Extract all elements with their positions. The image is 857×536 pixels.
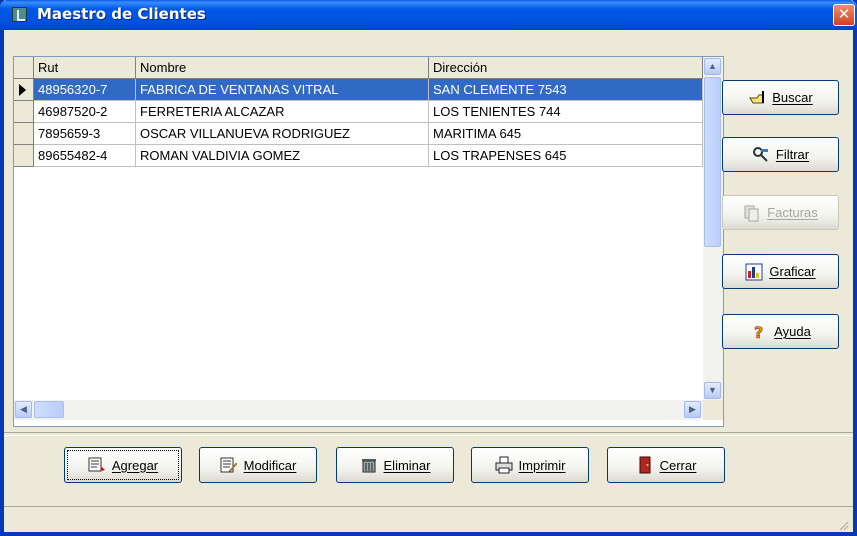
buscar-button[interactable]: Buscar <box>722 80 839 115</box>
row-selector[interactable] <box>14 123 34 145</box>
cell-direccion[interactable]: MARITIMA 645 <box>429 123 703 145</box>
cell-direccion[interactable]: SAN CLEMENTE 7543 <box>429 79 703 101</box>
horizontal-scrollbar[interactable]: ◀ ▶ <box>14 400 703 420</box>
status-bar <box>4 506 853 533</box>
cell-direccion[interactable]: LOS TENIENTES 744 <box>429 101 703 123</box>
filter-icon <box>752 146 770 164</box>
cell-nombre[interactable]: FABRICA DE VENTANAS VITRAL <box>136 79 429 101</box>
column-header-direccion[interactable]: Dirección <box>429 57 703 79</box>
row-selector-header <box>14 57 34 79</box>
window-title: Maestro de Clientes <box>37 5 206 23</box>
title-bar[interactable]: Maestro de Clientes ✕ <box>0 0 857 30</box>
ayuda-button[interactable]: ? Ayuda <box>722 314 839 349</box>
cell-direccion[interactable]: LOS TRAPENSES 645 <box>429 145 703 167</box>
scroll-corner <box>703 400 723 420</box>
cell-rut[interactable]: 89655482-4 <box>34 145 136 167</box>
scroll-up-button[interactable]: ▲ <box>704 58 721 75</box>
column-header-rut[interactable]: Rut <box>34 57 136 79</box>
cell-nombre[interactable]: OSCAR VILLANUEVA RODRIGUEZ <box>136 123 429 145</box>
vertical-scrollbar[interactable]: ▲ ▼ <box>703 57 723 400</box>
current-row-arrow-icon <box>19 84 26 96</box>
cell-rut[interactable]: 48956320-7 <box>34 79 136 101</box>
graficar-button[interactable]: Graficar <box>722 254 839 289</box>
horizontal-scroll-thumb[interactable] <box>34 401 64 418</box>
separator <box>4 432 853 436</box>
eliminar-button[interactable]: Eliminar <box>336 447 454 483</box>
search-hand-icon <box>748 89 766 107</box>
graficar-label: Graficar <box>769 264 816 279</box>
printer-icon <box>495 456 513 474</box>
cell-rut[interactable]: 7895659-3 <box>34 123 136 145</box>
resize-grip-icon[interactable] <box>837 519 849 531</box>
scroll-right-button[interactable]: ▶ <box>684 401 701 418</box>
row-selector[interactable] <box>14 101 34 123</box>
column-header-nombre[interactable]: Nombre <box>136 57 429 79</box>
scroll-left-button[interactable]: ◀ <box>15 401 32 418</box>
cell-rut[interactable]: 46987520-2 <box>34 101 136 123</box>
vertical-scroll-thumb[interactable] <box>704 77 721 247</box>
clients-grid[interactable]: Rut Nombre Dirección 48956320-7 FABRICA … <box>13 56 724 427</box>
eliminar-label: Eliminar <box>383 457 431 473</box>
edit-record-icon <box>220 456 238 474</box>
scroll-down-button[interactable]: ▼ <box>704 382 721 399</box>
cerrar-label: Cerrar <box>659 457 697 473</box>
close-button[interactable]: ✕ <box>833 4 855 26</box>
help-icon: ? <box>750 322 768 342</box>
agregar-button[interactable]: Agregar <box>64 447 182 483</box>
chart-icon <box>745 263 763 281</box>
facturas-button[interactable]: Facturas <box>722 195 839 230</box>
modificar-button[interactable]: Modificar <box>199 447 317 483</box>
row-selector[interactable] <box>14 79 34 101</box>
cell-nombre[interactable]: ROMAN VALDIVIA GOMEZ <box>136 145 429 167</box>
trash-icon <box>360 456 378 474</box>
cerrar-button[interactable]: Cerrar <box>607 447 725 483</box>
door-icon <box>636 456 654 474</box>
invoice-icon <box>743 204 761 222</box>
add-record-icon <box>88 456 106 474</box>
imprimir-button[interactable]: Imprimir <box>471 447 589 483</box>
filtrar-button[interactable]: Filtrar <box>722 137 839 172</box>
cell-nombre[interactable]: FERRETERIA ALCAZAR <box>136 101 429 123</box>
app-icon <box>12 7 27 22</box>
ayuda-label: Ayuda <box>774 324 811 339</box>
modificar-label: Modificar <box>243 457 297 473</box>
imprimir-label: Imprimir <box>518 457 566 473</box>
row-selector[interactable] <box>14 145 34 167</box>
agregar-label: Agregar <box>111 457 159 473</box>
buscar-label: Buscar <box>772 90 813 105</box>
svg-text:?: ? <box>754 323 763 341</box>
facturas-label: Facturas <box>767 205 818 220</box>
main-window: Maestro de Clientes ✕ Rut Nombre Direcci… <box>0 0 857 536</box>
filtrar-label: Filtrar <box>775 147 810 162</box>
